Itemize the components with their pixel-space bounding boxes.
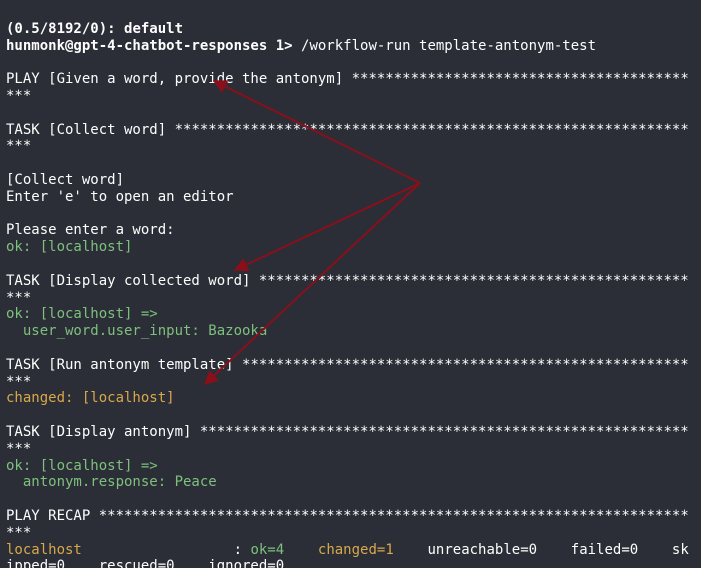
collect-word-block-header: [Collect word]: [6, 172, 124, 188]
display-word-kv: user_word.user_input: Bazooka: [6, 323, 267, 339]
recap-host: localhost: [6, 542, 82, 558]
enter-word-prompt: Please enter a word:: [6, 222, 175, 238]
status-counters: (0.5/8192/0):: [6, 21, 116, 37]
status-profile: default: [124, 21, 183, 37]
display-antonym-ok: ok: [localhost] =>: [6, 458, 158, 474]
collect-word-ok: ok: [localhost]: [6, 239, 132, 255]
play-header: PLAY [Given a word, provide the antonym]: [6, 71, 343, 87]
command-workflow-run: /workflow-run template-antonym-test: [301, 38, 596, 54]
recap-ok: ok=4: [250, 542, 309, 558]
task-display-word-header: TASK [Display collected word]: [6, 273, 250, 289]
display-antonym-kv: antonym.response: Peace: [6, 474, 217, 490]
shell-prompt-1: hunmonk@gpt-4-chatbot-responses 1>: [6, 38, 293, 54]
collect-word-instruction: Enter 'e' to open an editor: [6, 189, 234, 205]
annotation-arrow-2: [235, 183, 420, 270]
play-recap-header: PLAY RECAP: [6, 508, 90, 524]
recap-sep: :: [234, 542, 251, 558]
run-template-changed: changed: [localhost]: [6, 390, 175, 406]
display-word-ok: ok: [localhost] =>: [6, 306, 158, 322]
task-display-antonym-header: TASK [Display antonym]: [6, 424, 191, 440]
play-recap-fill: ****************************************…: [6, 508, 689, 541]
task-collect-word-header: TASK [Collect word]: [6, 122, 166, 138]
task-run-template-header: TASK [Run antonym template]: [6, 357, 234, 373]
recap-changed: changed=1: [318, 542, 419, 558]
terminal-window[interactable]: (0.5/8192/0): default hunmonk@gpt-4-chat…: [0, 0, 701, 568]
